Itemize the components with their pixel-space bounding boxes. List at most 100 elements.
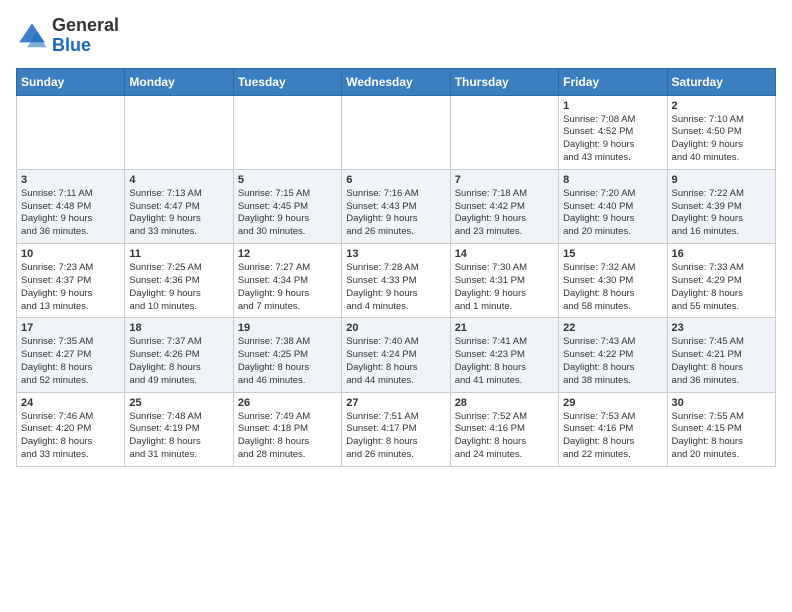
calendar-cell: 4 Sunrise: 7:13 AM Sunset: 4:47 PM Daylig… <box>125 169 233 243</box>
calendar-cell: 5Sunrise: 7:15 AM Sunset: 4:45 PM Daylig… <box>233 169 341 243</box>
weekday-header-wednesday: Wednesday <box>342 68 450 95</box>
logo-icon <box>16 20 48 52</box>
day-info: Sunrise: 7:32 AM Sunset: 4:30 PM Dayligh… <box>563 262 662 313</box>
day-info: Sunrise: 7:52 AM Sunset: 4:16 PM Dayligh… <box>455 411 554 462</box>
logo-text: General Blue <box>52 16 119 56</box>
day-number: 3 <box>21 174 120 186</box>
day-number: 25 <box>129 397 228 409</box>
day-info: Sunrise: 7:23 AM Sunset: 4:37 PM Dayligh… <box>21 262 120 313</box>
day-info: Sunrise: 7:38 AM Sunset: 4:25 PM Dayligh… <box>238 336 337 387</box>
day-number: 24 <box>21 397 120 409</box>
calendar-cell: 7 Sunrise: 7:18 AM Sunset: 4:42 PM Daylig… <box>450 169 558 243</box>
day-number: 21 <box>455 322 554 334</box>
day-number: 26 <box>238 397 337 409</box>
calendar-cell: 2Sunrise: 7:10 AM Sunset: 4:50 PM Daylig… <box>667 95 775 169</box>
calendar-cell: 15 Sunrise: 7:32 AM Sunset: 4:30 PM Dayli… <box>559 244 667 318</box>
logo: General Blue <box>16 16 119 56</box>
day-number: 19 <box>238 322 337 334</box>
day-info: Sunrise: 7:25 AM Sunset: 4:36 PM Dayligh… <box>129 262 228 313</box>
weekday-header-row: SundayMondayTuesdayWednesdayThursdayFrid… <box>17 68 776 95</box>
weekday-header-tuesday: Tuesday <box>233 68 341 95</box>
day-number: 10 <box>21 248 120 260</box>
calendar-cell <box>450 95 558 169</box>
day-number: 23 <box>672 322 771 334</box>
calendar-cell: 21 Sunrise: 7:41 AM Sunset: 4:23 PM Dayli… <box>450 318 558 392</box>
day-number: 2 <box>672 100 771 112</box>
day-info: Sunrise: 7:49 AM Sunset: 4:18 PM Dayligh… <box>238 411 337 462</box>
calendar-cell: 23 Sunrise: 7:45 AM Sunset: 4:21 PM Dayli… <box>667 318 775 392</box>
calendar-cell: 24Sunrise: 7:46 AM Sunset: 4:20 PM Dayli… <box>17 392 125 466</box>
day-number: 7 <box>455 174 554 186</box>
day-number: 30 <box>672 397 771 409</box>
calendar-week-5: 24Sunrise: 7:46 AM Sunset: 4:20 PM Dayli… <box>17 392 776 466</box>
calendar-cell: 18 Sunrise: 7:37 AM Sunset: 4:26 PM Dayli… <box>125 318 233 392</box>
calendar-cell: 26 Sunrise: 7:49 AM Sunset: 4:18 PM Dayli… <box>233 392 341 466</box>
calendar-cell: 13 Sunrise: 7:28 AM Sunset: 4:33 PM Dayli… <box>342 244 450 318</box>
day-info: Sunrise: 7:41 AM Sunset: 4:23 PM Dayligh… <box>455 336 554 387</box>
weekday-header-saturday: Saturday <box>667 68 775 95</box>
calendar-cell: 10 Sunrise: 7:23 AM Sunset: 4:37 PM Dayli… <box>17 244 125 318</box>
day-number: 11 <box>129 248 228 260</box>
calendar-cell: 16Sunrise: 7:33 AM Sunset: 4:29 PM Dayli… <box>667 244 775 318</box>
calendar-cell <box>342 95 450 169</box>
day-info: Sunrise: 7:08 AM Sunset: 4:52 PM Dayligh… <box>563 114 662 165</box>
calendar-cell: 14 Sunrise: 7:30 AM Sunset: 4:31 PM Dayli… <box>450 244 558 318</box>
day-info: Sunrise: 7:45 AM Sunset: 4:21 PM Dayligh… <box>672 336 771 387</box>
page-header: General Blue <box>16 16 776 56</box>
calendar-cell: 6 Sunrise: 7:16 AM Sunset: 4:43 PM Daylig… <box>342 169 450 243</box>
calendar-week-1: 1 Sunrise: 7:08 AM Sunset: 4:52 PM Daylig… <box>17 95 776 169</box>
day-number: 18 <box>129 322 228 334</box>
calendar-cell <box>17 95 125 169</box>
day-number: 20 <box>346 322 445 334</box>
day-number: 29 <box>563 397 662 409</box>
calendar-cell: 28Sunrise: 7:52 AM Sunset: 4:16 PM Dayli… <box>450 392 558 466</box>
day-info: Sunrise: 7:27 AM Sunset: 4:34 PM Dayligh… <box>238 262 337 313</box>
calendar-cell: 19 Sunrise: 7:38 AM Sunset: 4:25 PM Dayli… <box>233 318 341 392</box>
day-info: Sunrise: 7:22 AM Sunset: 4:39 PM Dayligh… <box>672 188 771 239</box>
day-number: 13 <box>346 248 445 260</box>
calendar: SundayMondayTuesdayWednesdayThursdayFrid… <box>16 68 776 467</box>
day-info: Sunrise: 7:16 AM Sunset: 4:43 PM Dayligh… <box>346 188 445 239</box>
day-number: 5 <box>238 174 337 186</box>
day-info: Sunrise: 7:53 AM Sunset: 4:16 PM Dayligh… <box>563 411 662 462</box>
day-info: Sunrise: 7:35 AM Sunset: 4:27 PM Dayligh… <box>21 336 120 387</box>
day-info: Sunrise: 7:51 AM Sunset: 4:17 PM Dayligh… <box>346 411 445 462</box>
logo-general: General <box>52 15 119 35</box>
logo-blue: Blue <box>52 35 91 55</box>
day-info: Sunrise: 7:55 AM Sunset: 4:15 PM Dayligh… <box>672 411 771 462</box>
weekday-header-monday: Monday <box>125 68 233 95</box>
day-info: Sunrise: 7:11 AM Sunset: 4:48 PM Dayligh… <box>21 188 120 239</box>
calendar-cell: 11 Sunrise: 7:25 AM Sunset: 4:36 PM Dayli… <box>125 244 233 318</box>
day-info: Sunrise: 7:30 AM Sunset: 4:31 PM Dayligh… <box>455 262 554 313</box>
calendar-cell: 25 Sunrise: 7:48 AM Sunset: 4:19 PM Dayli… <box>125 392 233 466</box>
calendar-week-4: 17 Sunrise: 7:35 AM Sunset: 4:27 PM Dayli… <box>17 318 776 392</box>
day-info: Sunrise: 7:18 AM Sunset: 4:42 PM Dayligh… <box>455 188 554 239</box>
day-number: 14 <box>455 248 554 260</box>
weekday-header-friday: Friday <box>559 68 667 95</box>
calendar-cell: 1 Sunrise: 7:08 AM Sunset: 4:52 PM Daylig… <box>559 95 667 169</box>
day-number: 17 <box>21 322 120 334</box>
calendar-cell: 12 Sunrise: 7:27 AM Sunset: 4:34 PM Dayli… <box>233 244 341 318</box>
calendar-cell: 17 Sunrise: 7:35 AM Sunset: 4:27 PM Dayli… <box>17 318 125 392</box>
day-info: Sunrise: 7:28 AM Sunset: 4:33 PM Dayligh… <box>346 262 445 313</box>
day-info: Sunrise: 7:20 AM Sunset: 4:40 PM Dayligh… <box>563 188 662 239</box>
calendar-cell: 29 Sunrise: 7:53 AM Sunset: 4:16 PM Dayli… <box>559 392 667 466</box>
day-number: 1 <box>563 100 662 112</box>
day-number: 4 <box>129 174 228 186</box>
day-info: Sunrise: 7:48 AM Sunset: 4:19 PM Dayligh… <box>129 411 228 462</box>
day-number: 12 <box>238 248 337 260</box>
calendar-cell: 20Sunrise: 7:40 AM Sunset: 4:24 PM Dayli… <box>342 318 450 392</box>
day-number: 15 <box>563 248 662 260</box>
day-number: 22 <box>563 322 662 334</box>
calendar-cell <box>233 95 341 169</box>
calendar-cell: 9Sunrise: 7:22 AM Sunset: 4:39 PM Daylig… <box>667 169 775 243</box>
calendar-cell: 22Sunrise: 7:43 AM Sunset: 4:22 PM Dayli… <box>559 318 667 392</box>
day-number: 8 <box>563 174 662 186</box>
day-info: Sunrise: 7:37 AM Sunset: 4:26 PM Dayligh… <box>129 336 228 387</box>
calendar-cell: 30 Sunrise: 7:55 AM Sunset: 4:15 PM Dayli… <box>667 392 775 466</box>
calendar-week-3: 10 Sunrise: 7:23 AM Sunset: 4:37 PM Dayli… <box>17 244 776 318</box>
day-number: 6 <box>346 174 445 186</box>
day-number: 16 <box>672 248 771 260</box>
calendar-cell <box>125 95 233 169</box>
day-info: Sunrise: 7:13 AM Sunset: 4:47 PM Dayligh… <box>129 188 228 239</box>
